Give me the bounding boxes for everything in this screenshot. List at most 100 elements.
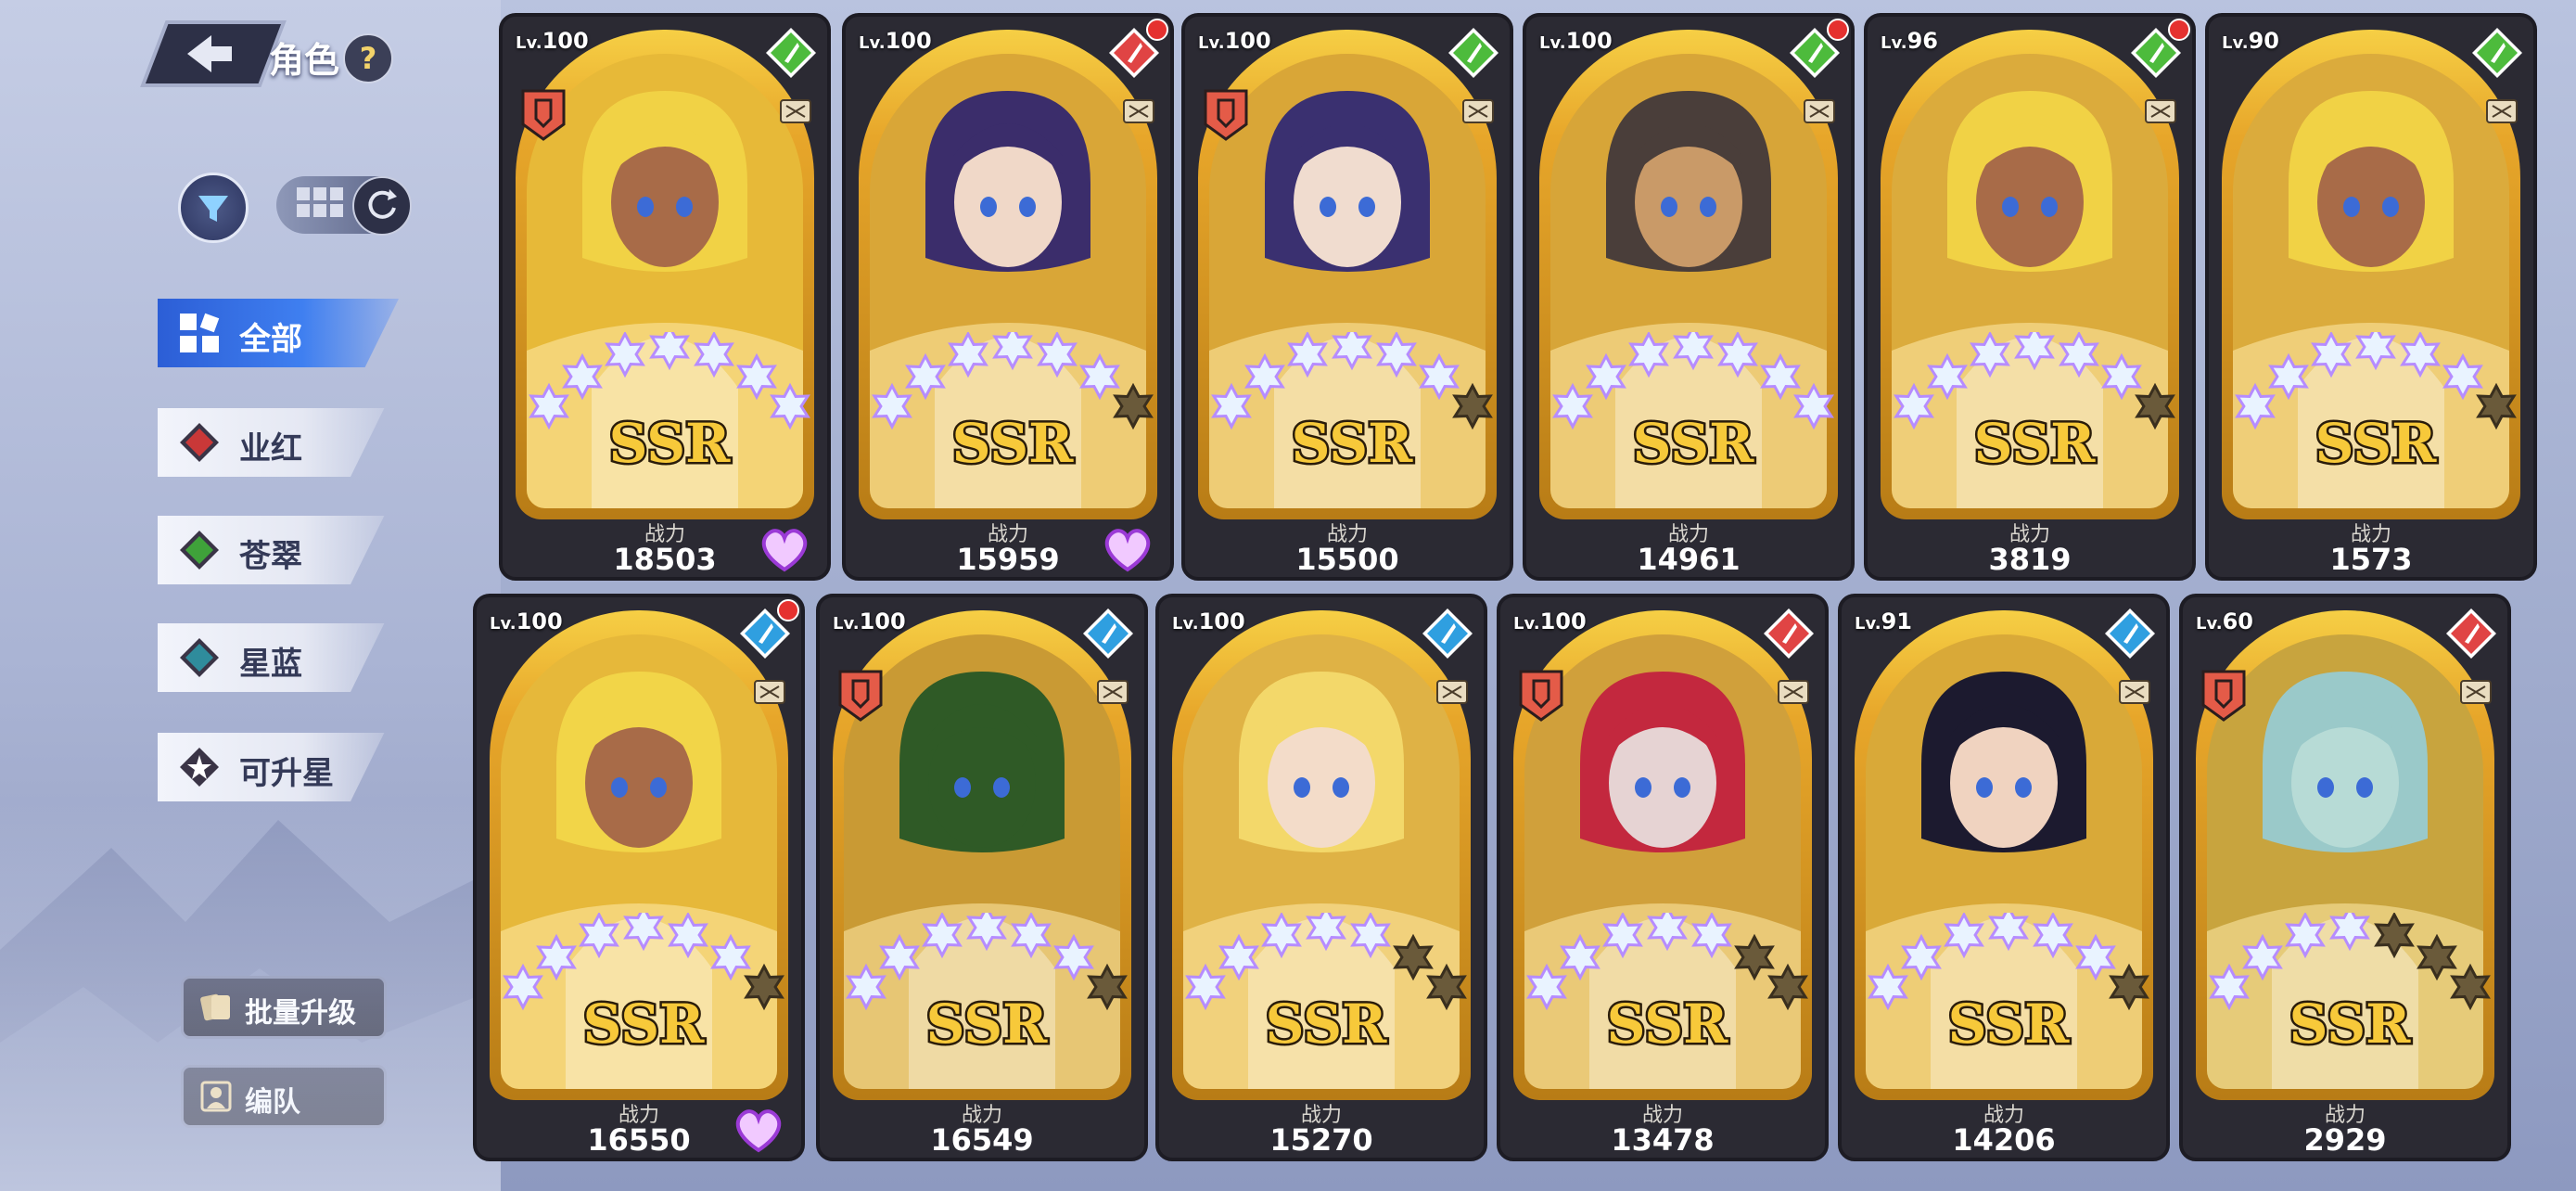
card-level: Lv.100 xyxy=(490,608,563,634)
star-icon xyxy=(1087,963,1128,1011)
ssr-label: SSR xyxy=(926,992,1048,1056)
star-icon xyxy=(922,913,963,959)
character-card[interactable]: Lv.100 SSR 战力 13478 xyxy=(1497,594,1829,1161)
tab-green[interactable]: 苍翠 xyxy=(158,516,399,584)
card-level: Lv.100 xyxy=(1172,608,1245,634)
character-card[interactable]: Lv.90 SSR 战力 1573 xyxy=(2205,13,2537,581)
ssr-rarity-badge: SSR xyxy=(1604,991,1730,1058)
scroll-icon xyxy=(1778,680,1809,704)
level-prefix: Lv. xyxy=(859,33,886,53)
character-card[interactable]: Lv.100 SSR 战力 15959 xyxy=(842,13,1174,581)
power-value: 3819 xyxy=(1988,542,2072,577)
refresh-button[interactable] xyxy=(352,176,412,236)
scroll-icon xyxy=(1804,99,1835,123)
faction-emblem-icon xyxy=(2201,670,2246,722)
ssr-label: SSR xyxy=(1948,992,2070,1056)
ssr-rarity-badge: SSR xyxy=(606,410,733,478)
character-card[interactable]: Lv.60 SSR 战力 2929 xyxy=(2179,594,2511,1161)
ssr-rarity-badge: SSR xyxy=(950,410,1076,478)
star-icon xyxy=(948,332,988,378)
character-card[interactable]: Lv.96 SSR 战力 3819 xyxy=(1864,13,2196,581)
star-icon xyxy=(1901,933,1942,981)
tab-blue[interactable]: 星蓝 xyxy=(158,623,399,692)
help-button[interactable]: ? xyxy=(343,33,393,83)
level-value: 60 xyxy=(2222,608,2253,634)
star-icon xyxy=(1691,913,1732,959)
star-icon xyxy=(2329,913,2370,952)
formation-button[interactable]: 编队 xyxy=(181,1065,387,1128)
star-icon xyxy=(2014,332,2055,371)
filter-button[interactable] xyxy=(178,173,249,243)
star-icon xyxy=(1185,963,1226,1011)
ssr-rarity-badge: SSR xyxy=(1971,410,2098,478)
level-value: 96 xyxy=(1906,28,1938,54)
character-card[interactable]: Lv.100 SSR 战力 16549 xyxy=(816,594,1148,1161)
star-icon xyxy=(1988,913,2029,952)
star-icon xyxy=(2235,382,2276,430)
level-value: 90 xyxy=(2248,28,2279,54)
character-card[interactable]: Lv.100 SSR 战力 15270 xyxy=(1155,594,1487,1161)
level-value: 100 xyxy=(1198,608,1245,634)
red-element-icon xyxy=(1764,608,1814,659)
batch-upgrade-label: 批量升级 xyxy=(245,997,356,1030)
star-icon xyxy=(744,963,784,1011)
star-icon xyxy=(2285,913,2326,959)
star-icon xyxy=(2059,332,2099,378)
star-icon xyxy=(1793,382,1834,430)
star-icon xyxy=(1218,933,1259,981)
faction-emblem-icon xyxy=(1204,89,1248,141)
character-card[interactable]: Lv.91 SSR 战力 14206 xyxy=(1838,594,2170,1161)
batch-upgrade-button[interactable]: 批量升级 xyxy=(181,976,387,1039)
level-value: 100 xyxy=(1224,28,1271,54)
level-prefix: Lv. xyxy=(1172,614,1199,634)
star-icon xyxy=(1332,332,1372,371)
star-icon xyxy=(966,913,1007,952)
star-icon xyxy=(2355,332,2396,371)
scroll-icon xyxy=(2486,99,2518,123)
green-element-icon xyxy=(766,28,816,78)
tab-all[interactable]: 全部 xyxy=(158,299,399,367)
level-prefix: Lv. xyxy=(1513,614,1540,634)
ssr-label: SSR xyxy=(1974,412,2096,475)
ssr-rarity-badge: SSR xyxy=(580,991,707,1058)
tab-label: 业红 xyxy=(239,430,302,467)
star-icon xyxy=(1079,352,1120,401)
star-icon xyxy=(1552,382,1593,430)
character-card[interactable]: Lv.100 SSR 战力 14961 xyxy=(1523,13,1855,581)
blue-element-icon xyxy=(1083,608,1133,659)
card-level: Lv.100 xyxy=(833,608,906,634)
power-value: 14961 xyxy=(1637,542,1741,577)
star-icon xyxy=(536,933,577,981)
power-value: 15270 xyxy=(1269,1122,1373,1158)
star-icon xyxy=(2442,352,2483,401)
ssr-rarity-badge: SSR xyxy=(2313,410,2439,478)
blue-gem-icon xyxy=(180,638,219,677)
character-card[interactable]: Lv.100 SSR 战力 15500 xyxy=(1181,13,1513,581)
ssr-label: SSR xyxy=(1633,412,1754,475)
character-card[interactable]: Lv.100 SSR 战力 18503 xyxy=(499,13,831,581)
back-button[interactable] xyxy=(139,19,287,89)
star-icon xyxy=(1037,332,1078,378)
star-icon xyxy=(2417,933,2457,981)
level-prefix: Lv. xyxy=(833,614,860,634)
scroll-icon xyxy=(1123,99,1154,123)
star-icon xyxy=(1261,913,1302,959)
level-value: 100 xyxy=(1565,28,1613,54)
card-level: Lv.100 xyxy=(1513,608,1587,634)
character-card[interactable]: Lv.100 SSR 战力 16550 xyxy=(473,594,805,1161)
ssr-rarity-badge: SSR xyxy=(1263,991,1389,1058)
heart-icon xyxy=(1104,529,1151,572)
green-element-icon xyxy=(2472,28,2522,78)
star-icon xyxy=(2209,963,2250,1011)
tab-red[interactable]: 业红 xyxy=(158,408,399,477)
level-prefix: Lv. xyxy=(516,33,542,53)
star-icon xyxy=(1053,933,1094,981)
notification-dot xyxy=(777,599,799,621)
star-icon xyxy=(1894,382,1934,430)
tab-star-up[interactable]: 可升星 xyxy=(158,733,399,801)
star-icon xyxy=(2268,352,2309,401)
star-icon xyxy=(2400,332,2441,378)
star-icon xyxy=(649,332,690,371)
card-level: Lv.100 xyxy=(1539,28,1613,54)
star-icon xyxy=(1760,352,1801,401)
